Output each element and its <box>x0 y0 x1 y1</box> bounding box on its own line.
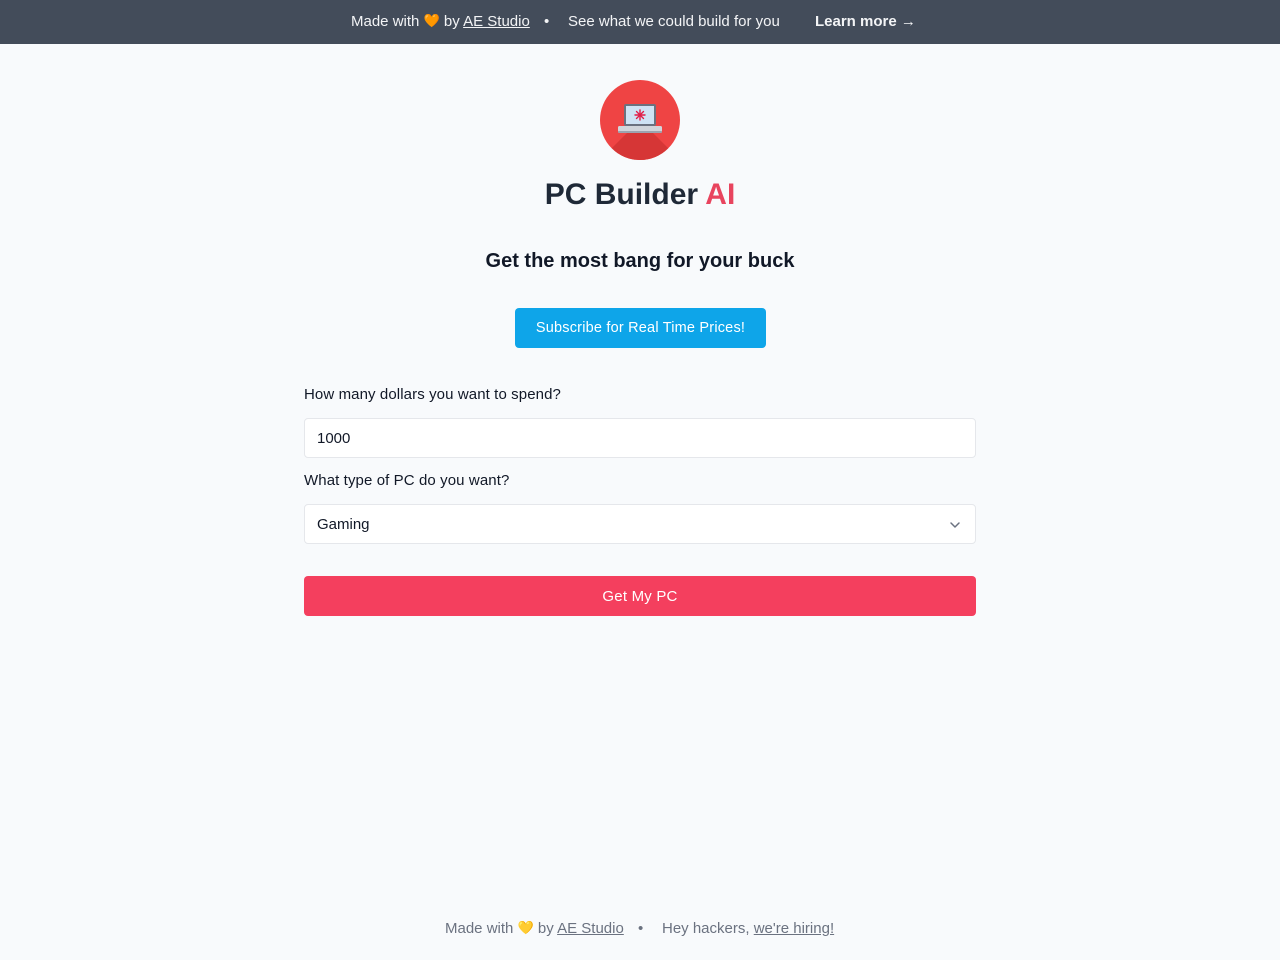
heart-icon: 💛 <box>517 920 534 935</box>
top-banner: Made with 🧡 by AE Studio • See what we c… <box>0 0 1280 44</box>
title-accent: AI <box>705 178 736 211</box>
footer-hiring: Hey hackers, we're hiring! <box>662 920 834 937</box>
page-subtitle: Get the most bang for your buck <box>485 250 795 272</box>
footer-hackers-text: Hey hackers, <box>662 920 750 937</box>
banner-separator: • <box>544 13 550 30</box>
laptop-icon <box>618 104 662 133</box>
footer-separator: • <box>638 920 644 937</box>
subscribe-button[interactable]: Subscribe for Real Time Prices! <box>515 308 766 348</box>
get-my-pc-button[interactable]: Get My PC <box>304 576 976 616</box>
heart-icon: 🧡 <box>423 13 440 28</box>
page-title: PC Builder AI <box>0 178 1280 212</box>
app-logo <box>600 80 680 160</box>
banner-ae-studio-link[interactable]: AE Studio <box>463 13 530 30</box>
footer-by-text: by <box>537 920 554 937</box>
footer-made-text: Made with <box>445 920 514 937</box>
banner-by-text: by <box>443 13 460 30</box>
footer-ae-studio-link[interactable]: AE Studio <box>557 920 624 937</box>
hiring-link[interactable]: we're hiring! <box>754 920 834 937</box>
footer-made-with: Made with 💛 by AE Studio <box>445 920 624 937</box>
banner-pitch: See what we could build for you <box>568 13 780 30</box>
title-main: PC Builder <box>544 178 699 211</box>
banner-made-with: Made with 🧡 by AE Studio <box>351 13 530 30</box>
budget-input[interactable] <box>304 418 976 458</box>
pc-type-value: Gaming <box>317 516 370 533</box>
learn-more-link[interactable]: Learn more → <box>815 13 916 30</box>
chevron-down-icon <box>950 522 960 528</box>
budget-label: How many dollars you want to spend? <box>304 386 561 403</box>
pc-type-label: What type of PC do you want? <box>304 472 510 489</box>
pc-type-select[interactable]: Gaming <box>304 504 976 544</box>
banner-made-text: Made with <box>351 13 420 30</box>
